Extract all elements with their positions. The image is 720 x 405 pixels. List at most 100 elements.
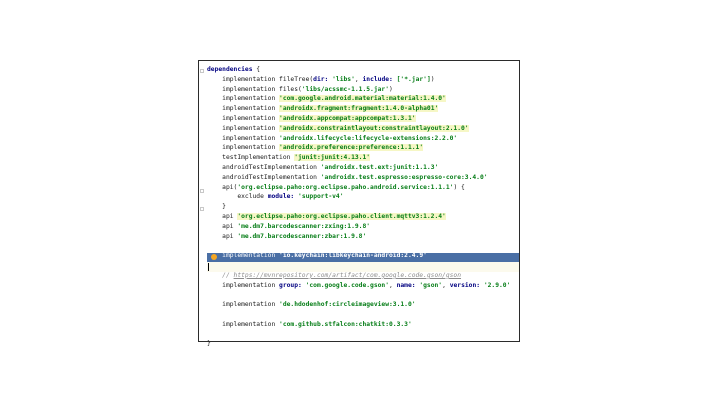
named-arg: module: xyxy=(267,193,295,201)
string-literal: 'support-v4' xyxy=(294,193,344,201)
text-caret xyxy=(208,263,209,271)
code-line[interactable]: // https://mvnrepository.com/artifact/co… xyxy=(207,271,461,281)
code-line[interactable]: api 'org.eclipse.paho:org.eclipse.paho.c… xyxy=(207,212,446,222)
code-text: implementation xyxy=(222,301,280,309)
code-line[interactable]: api 'me.dm7.barcodescanner:zbar:1.9.8' xyxy=(207,232,366,242)
code-line[interactable]: implementation 'androidx.preference:pref… xyxy=(207,143,424,153)
code-text: api( xyxy=(222,183,238,191)
code-line[interactable]: testImplementation 'junit:junit:4.13.1' xyxy=(207,153,371,163)
string-literal: 'gson' xyxy=(415,281,443,289)
code-text: implementation xyxy=(222,320,280,328)
code-line[interactable]: implementation 'androidx.lifecycle:lifec… xyxy=(207,134,457,144)
code-line[interactable]: exclude module: 'support-v4' xyxy=(207,192,344,202)
comment-link: https://mvnrepository.com/artifact/com.g… xyxy=(233,271,462,279)
string-literal: 'org.eclipse.paho:org.eclipse.paho.clien… xyxy=(237,213,446,220)
string-literal: 'androidx.constraintlayout:constraintlay… xyxy=(279,124,469,132)
code-line[interactable]: implementation 'com.github.stfalcon:chat… xyxy=(207,320,412,330)
string-literal: 'androidx.fragment:fragment:1.4.0-alpha0… xyxy=(279,105,439,113)
editor-gutter xyxy=(199,61,205,341)
string-literal: 'androidx.test.ext:junit:1.1.3' xyxy=(320,164,439,171)
code-text: api xyxy=(222,222,238,230)
code-line[interactable]: implementation fileTree(dir: 'libs', inc… xyxy=(207,75,435,85)
code-text: } xyxy=(222,203,226,211)
named-arg: include: xyxy=(362,75,393,83)
code-line[interactable]: implementation files('libs/acssmc-1.1.5.… xyxy=(207,85,393,95)
code-line[interactable]: implementation 'io.keychain:libkeychain-… xyxy=(207,251,427,261)
string-literal: 'androidx.test.espresso:espresso-core:3.… xyxy=(320,173,488,181)
code-text: testImplementation xyxy=(222,154,295,162)
string-literal: 'io.keychain:libkeychain-android:2.4.9' xyxy=(279,252,427,260)
string-literal: 'androidx.lifecycle:lifecycle-extensions… xyxy=(279,134,458,142)
code-text: ) xyxy=(389,85,393,93)
string-literal: 'com.github.stfalcon:chatkit:0.3.3' xyxy=(279,320,412,328)
code-text: exclude xyxy=(237,193,268,201)
code-line[interactable]: implementation 'de.hdodenhof:circleimage… xyxy=(207,300,416,310)
code-line[interactable]: androidTestImplementation 'androidx.test… xyxy=(207,163,438,173)
comment: // xyxy=(222,271,234,279)
string-literal: '2.9.0' xyxy=(480,281,511,289)
code-text: implementation xyxy=(222,281,280,289)
string-literal: 'org.eclipse.paho:org.eclipse.paho.andro… xyxy=(237,183,454,191)
code-text: implementation fileTree( xyxy=(222,75,314,83)
code-text: api xyxy=(222,213,238,220)
code-line[interactable]: api 'me.dm7.barcodescanner:zxing:1.9.8' xyxy=(207,222,370,232)
code-line[interactable]: implementation group: 'com.google.code.g… xyxy=(207,281,510,291)
code-line[interactable]: implementation 'androidx.fragment:fragme… xyxy=(207,104,439,114)
string-literal: 'me.dm7.barcodescanner:zxing:1.9.8' xyxy=(237,222,371,230)
named-arg: group: xyxy=(279,281,302,289)
code-line[interactable]: } xyxy=(207,339,211,349)
code-line[interactable]: androidTestImplementation 'androidx.test… xyxy=(207,173,488,183)
code-text: androidTestImplementation xyxy=(222,164,321,171)
code-text: androidTestImplementation xyxy=(222,173,321,181)
code-text: implementation xyxy=(222,105,280,113)
string-literal: 'com.google.android.material:material:1.… xyxy=(279,95,446,103)
string-literal: 'de.hdodenhof:circleimageview:3.1.0' xyxy=(279,301,416,309)
code-text: , xyxy=(389,281,397,289)
code-text: implementation xyxy=(222,134,280,142)
code-text: implementation xyxy=(222,115,280,122)
fold-marker[interactable] xyxy=(200,69,204,73)
intention-bulb-icon[interactable] xyxy=(211,254,217,260)
code-line[interactable]: } xyxy=(207,202,226,212)
code-text: api xyxy=(222,232,238,240)
code-line[interactable]: implementation 'androidx.constraintlayou… xyxy=(207,124,469,134)
code-text: implementation xyxy=(222,124,280,132)
code-line[interactable]: implementation 'androidx.appcompat:appco… xyxy=(207,114,416,124)
code-line[interactable]: implementation 'com.google.android.mater… xyxy=(207,94,446,104)
string-literal: 'libs' xyxy=(328,75,355,83)
keyword: dependencies xyxy=(207,66,253,73)
code-line[interactable]: dependencies { xyxy=(207,65,260,75)
string-literal: 'com.google.code.gson' xyxy=(301,281,389,289)
string-literal: ['*.jar'] xyxy=(392,75,431,83)
string-literal: 'junit:junit:4.13.1' xyxy=(294,154,371,162)
code-text: ) xyxy=(430,75,435,83)
code-text: , xyxy=(442,281,450,289)
code-line[interactable]: api('org.eclipse.paho:org.eclipse.paho.a… xyxy=(207,183,465,193)
named-arg: dir: xyxy=(313,75,329,83)
named-arg: name: xyxy=(396,281,416,289)
fold-marker[interactable] xyxy=(200,189,204,193)
named-arg: version: xyxy=(449,281,481,289)
fold-marker[interactable] xyxy=(200,207,204,211)
code-editor[interactable]: dependencies { implementation fileTree(d… xyxy=(198,60,520,347)
code-text: } xyxy=(207,340,211,348)
code-text: implementation xyxy=(222,144,280,152)
string-literal: 'me.dm7.barcodescanner:zbar:1.9.8' xyxy=(237,232,367,240)
